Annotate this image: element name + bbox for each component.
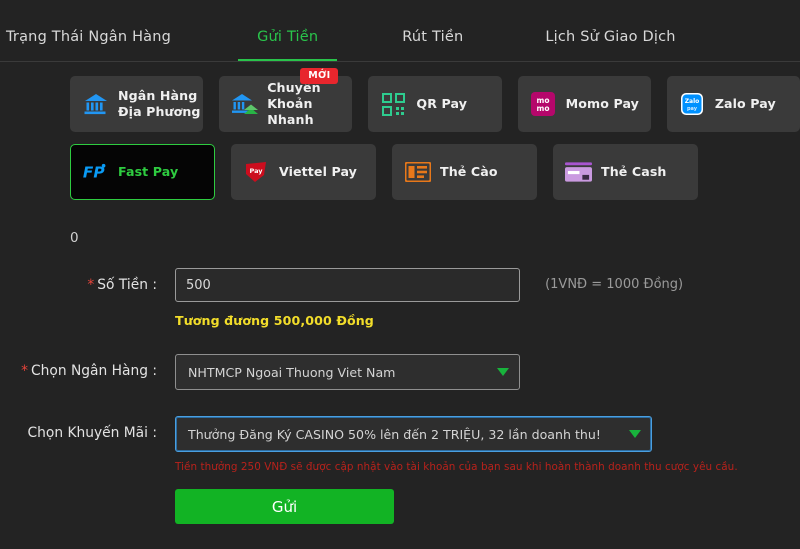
amount-label: * Số Tiền : bbox=[87, 277, 157, 293]
bank-select-wrap: NHTMCP Ngoai Thuong Viet Nam bbox=[175, 354, 520, 390]
svg-text:pay: pay bbox=[687, 106, 698, 112]
tab-deposit[interactable]: Gửi Tiền bbox=[238, 29, 338, 61]
method-momo-pay[interactable]: mo mo Momo Pay bbox=[517, 76, 651, 132]
method-fast-transfer[interactable]: MỚI Chuyển Khoản Nhanh bbox=[219, 68, 353, 132]
method-qr-pay[interactable]: QR Pay bbox=[368, 76, 502, 132]
bank-select[interactable]: NHTMCP Ngoai Thuong Viet Nam bbox=[175, 354, 520, 390]
method-label: Fast Pay bbox=[118, 163, 179, 179]
tab-transaction-history[interactable]: Lịch Sử Giao Dịch bbox=[545, 29, 675, 61]
bank-control: NHTMCP Ngoai Thuong Viet Nam bbox=[175, 354, 800, 390]
viettel-icon: Pay bbox=[243, 161, 270, 184]
amount-control: (1VNĐ = 1000 Đồng) Tương đương 500,000 Đ… bbox=[175, 268, 800, 328]
method-scratch-card[interactable]: Thẻ Cào bbox=[392, 144, 537, 200]
bank-icon bbox=[82, 93, 109, 115]
main-tabs: Trạng Thái Ngân Hàng Gửi Tiền Rút Tiền L… bbox=[0, 0, 800, 62]
balance-value: 0 bbox=[70, 230, 79, 246]
deposit-form: 0 *Số Tiền : (1VNĐ = 1000 Đồng) Tương đư… bbox=[0, 212, 800, 524]
promotion-select[interactable]: Thưởng Đăng Ký CASINO 50% lên đến 2 TRIỆ… bbox=[175, 416, 652, 452]
method-label: Chuyển Khoản Nhanh bbox=[267, 79, 321, 128]
method-label: Zalo Pay bbox=[714, 95, 776, 111]
deposit-page: Trạng Thái Ngân Hàng Gửi Tiền Rút Tiền L… bbox=[0, 0, 800, 549]
method-cash-card[interactable]: Thẻ Cash bbox=[553, 144, 698, 200]
scratch-card-icon bbox=[404, 162, 431, 182]
method-viettel-pay[interactable]: Pay Viettel Pay bbox=[231, 144, 376, 200]
method-label: Thẻ Cào bbox=[440, 163, 498, 179]
bank-field-row: * Chọn Ngân Hàng : NHTMCP Ngoai Thuong Vi… bbox=[0, 354, 800, 390]
tab-withdraw[interactable]: Rút Tiền bbox=[402, 29, 463, 61]
fastpay-icon: FP bbox=[82, 161, 109, 183]
method-label: QR Pay bbox=[416, 95, 468, 111]
payment-method-grid: Ngân Hàng Địa Phương MỚI Chuyển Khoản Nh… bbox=[0, 62, 800, 200]
method-fast-pay[interactable]: FP Fast Pay bbox=[70, 144, 215, 200]
promo-label: Chọn Khuyến Mãi : bbox=[27, 425, 158, 441]
zalo-icon: Zalo pay bbox=[679, 92, 706, 116]
required-marker: * bbox=[21, 363, 29, 379]
method-label: Viettel Pay bbox=[279, 163, 357, 179]
bank-label: * Chọn Ngân Hàng : bbox=[21, 363, 157, 379]
promo-note: Tiền thưởng 250 VNĐ sẽ được cập nhật vào… bbox=[175, 461, 738, 473]
method-label: Momo Pay bbox=[565, 95, 639, 111]
qr-code-icon bbox=[380, 92, 407, 116]
momo-icon: mo mo bbox=[530, 92, 557, 116]
equivalent-amount-text: Tương đương 500,000 Đồng bbox=[175, 313, 374, 328]
payment-method-row-2: FP Fast Pay Pay Viettel Pay Thẻ Cào Thẻ … bbox=[70, 144, 800, 200]
new-badge: MỚI bbox=[300, 68, 339, 84]
svg-text:mo: mo bbox=[537, 104, 550, 113]
exchange-rate-hint: (1VNĐ = 1000 Đồng) bbox=[545, 277, 684, 292]
amount-input[interactable] bbox=[175, 268, 520, 302]
svg-text:FP: FP bbox=[83, 163, 105, 181]
svg-text:Zalo: Zalo bbox=[685, 98, 700, 105]
svg-text:Pay: Pay bbox=[249, 167, 263, 175]
cash-card-icon bbox=[565, 162, 592, 182]
required-marker: * bbox=[87, 277, 95, 293]
method-label: Thẻ Cash bbox=[601, 163, 667, 179]
payment-method-row-1: Ngân Hàng Địa Phương MỚI Chuyển Khoản Nh… bbox=[70, 68, 800, 132]
tab-bank-status[interactable]: Trạng Thái Ngân Hàng bbox=[6, 29, 171, 61]
amount-field-row: *Số Tiền : (1VNĐ = 1000 Đồng) Tương đươn… bbox=[0, 268, 800, 328]
method-label: Ngân Hàng Địa Phương bbox=[118, 87, 201, 119]
method-zalo-pay[interactable]: Zalo pay Zalo Pay bbox=[666, 76, 800, 132]
promo-select-wrap: Thưởng Đăng Ký CASINO 50% lên đến 2 TRIỆ… bbox=[175, 416, 652, 452]
submit-button[interactable]: Gửi bbox=[175, 489, 394, 524]
fast-bank-icon bbox=[231, 93, 258, 116]
promo-control: Thưởng Đăng Ký CASINO 50% lên đến 2 TRIỆ… bbox=[175, 416, 800, 524]
promo-field-row: Chọn Khuyến Mãi : Thưởng Đăng Ký CASINO … bbox=[0, 416, 800, 524]
method-local-bank[interactable]: Ngân Hàng Địa Phương bbox=[70, 76, 204, 132]
